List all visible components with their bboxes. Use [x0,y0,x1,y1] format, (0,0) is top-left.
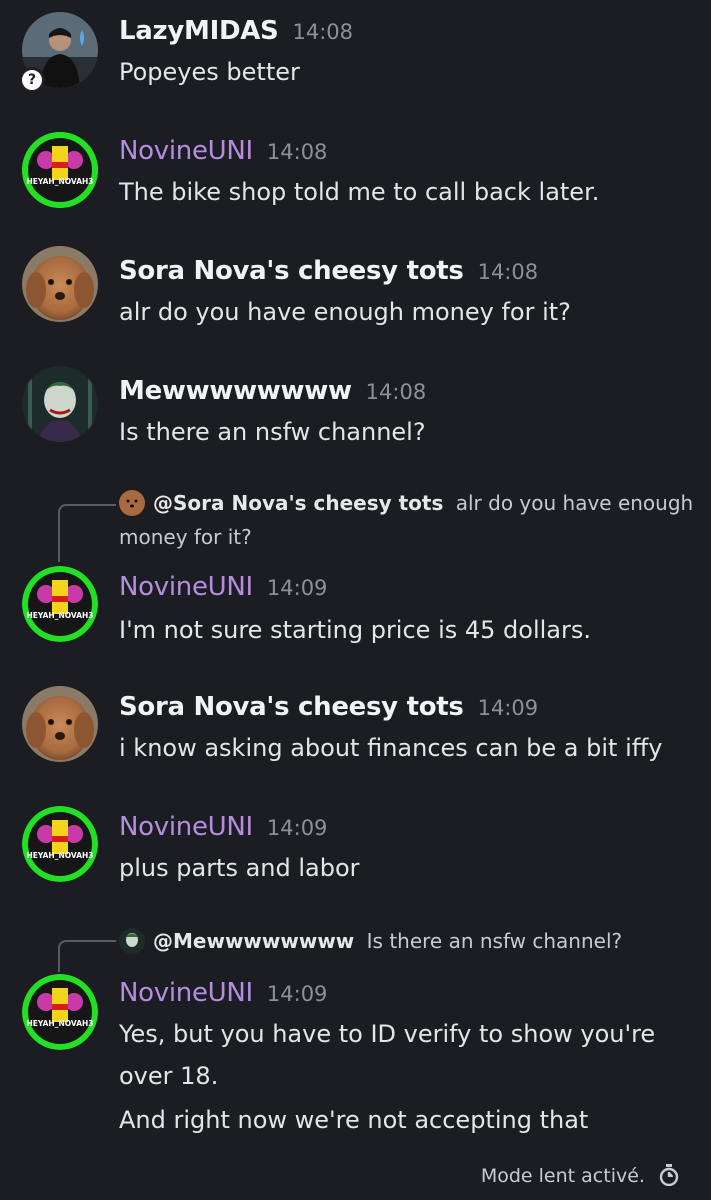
author-name[interactable]: LazyMIDAS [119,16,279,46]
logo-text: HEYAH_NOVAH3 [27,851,94,860]
joker-avatar-mini [119,928,145,954]
reply-text: Is there an nsfw channel? [366,929,623,953]
message-text: plus parts and labor [119,854,360,882]
reply-preview[interactable]: @Mewwwwwwww Is there an nsfw channel? [119,924,622,958]
timestamp: 14:08 [365,380,427,404]
author-name[interactable]: Mewwwwwwww [119,376,352,406]
author-name[interactable]: NovineUNI [119,978,253,1008]
message-text: alr do you have enough money for it? [119,298,571,326]
slowmode-indicator: Mode lent activé. [481,1164,679,1191]
reply-connector [58,504,116,562]
author-name[interactable]: NovineUNI [119,136,253,166]
timestamp: 14:09 [266,982,328,1006]
reply-connector [58,940,116,972]
dog-avatar-mini [119,490,145,516]
message-text-line-1: Yes, but you have to ID verify to show y… [119,1020,656,1048]
logo-text: HEYAH_NOVAH3 [27,1019,94,1028]
avatar[interactable] [22,246,98,322]
avatar[interactable] [22,366,98,442]
reply-text: alr do you have enough [455,491,694,515]
slowmode-text: Mode lent activé. [480,1165,645,1187]
avatar[interactable]: HEYAH_NOVAH3 [22,974,98,1050]
timestamp: 14:08 [292,20,354,44]
reply-mention[interactable]: @Sora Nova's cheesy tots [153,491,443,515]
reply-mention[interactable]: @Mewwwwwwww [153,929,354,953]
author-name[interactable]: NovineUNI [119,572,253,602]
avatar[interactable] [22,686,98,762]
message-text: Is there an nsfw channel? [119,418,426,446]
avatar[interactable]: HEYAH_NOVAH3 [22,566,98,642]
logo-text: HEYAH_NOVAH3 [27,177,94,186]
message-text: i know asking about finances can be a bi… [119,734,663,762]
timestamp: 14:08 [477,260,539,284]
author-name[interactable]: Sora Nova's cheesy tots [119,692,464,722]
message-text-line-2: over 18. [119,1062,219,1090]
avatar[interactable]: HEYAH_NOVAH3 [22,806,98,882]
author-name[interactable]: NovineUNI [119,812,253,842]
unknown-status-icon: ? [19,67,45,93]
stopwatch-icon [659,1164,679,1191]
message-text: Popeyes better [119,58,300,86]
message-text-line-3: And right now we're not accepting that [119,1106,589,1134]
reply-text-cont: money for it? [119,525,252,549]
message-text: I'm not sure starting price is 45 dollar… [119,616,591,644]
timestamp: 14:09 [477,696,539,720]
message-text: The bike shop told me to call back later… [119,178,600,206]
logo-text: HEYAH_NOVAH3 [27,611,94,620]
timestamp: 14:09 [266,576,328,600]
timestamp: 14:08 [266,140,328,164]
author-name[interactable]: Sora Nova's cheesy tots [119,256,464,286]
avatar[interactable]: HEYAH_NOVAH3 [22,132,98,208]
reply-preview[interactable]: @Sora Nova's cheesy tots alr do you have… [119,486,693,554]
timestamp: 14:09 [266,816,328,840]
